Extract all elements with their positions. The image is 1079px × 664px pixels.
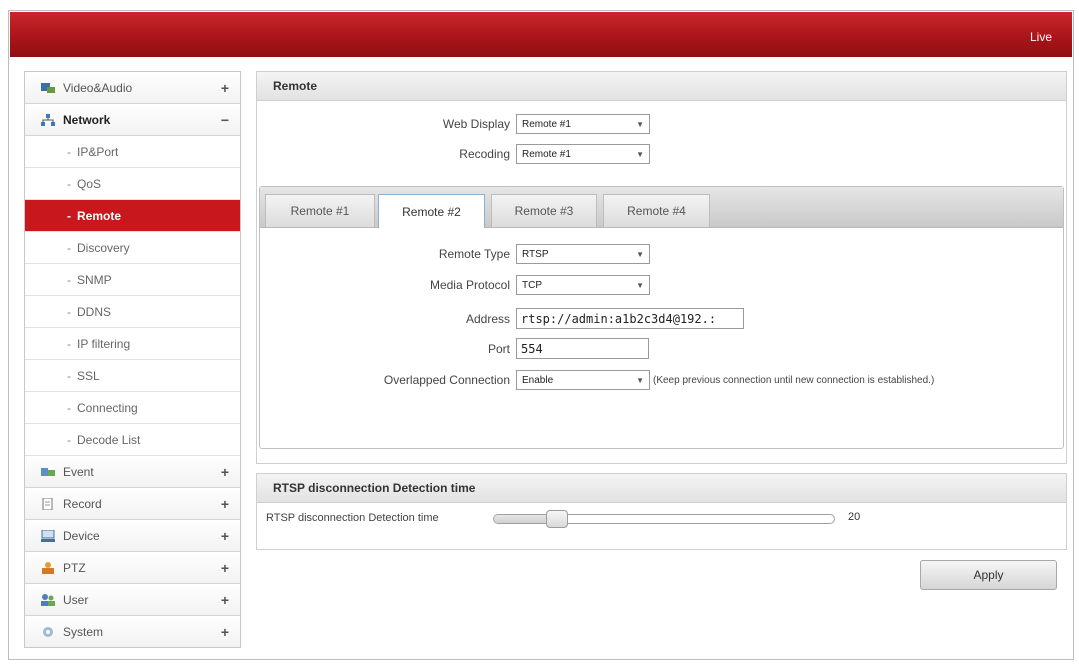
event-icon — [41, 466, 55, 478]
web-display-select[interactable]: Remote #1 ▼ — [516, 114, 650, 134]
sidebar-subitem-label: Discovery — [77, 240, 130, 255]
port-row: Port 554 — [330, 338, 649, 359]
rtsp-detection-value: 20 — [848, 511, 861, 523]
dropdown-arrow-icon: ▼ — [636, 249, 644, 259]
sidebar-item-label: System — [63, 624, 104, 639]
recording-select[interactable]: Remote #1 ▼ — [516, 144, 650, 164]
overlapped-connection-label: Overlapped Connection — [383, 373, 510, 387]
sidebar-subitem-label: QoS — [77, 176, 102, 191]
remote-type-row: Remote Type RTSP ▼ — [330, 244, 650, 264]
sidebar-subitem-label: IP&Port — [77, 144, 119, 159]
sidebar-subitem-connecting[interactable]: - Connecting — [25, 392, 240, 424]
sidebar-item-label: Video&Audio — [63, 80, 133, 95]
dropdown-arrow-icon: ▼ — [636, 280, 644, 290]
expand-icon[interactable]: + — [210, 624, 240, 640]
expand-icon[interactable]: + — [210, 592, 240, 608]
sidebar-item-label: Network — [63, 112, 111, 127]
remote-type-select[interactable]: RTSP ▼ — [516, 244, 650, 264]
dropdown-arrow-icon: ▼ — [636, 119, 644, 129]
sidebar-subitem-ddns[interactable]: - DDNS — [25, 296, 240, 328]
sidebar-item-label: PTZ — [63, 560, 86, 575]
media-protocol-select[interactable]: TCP ▼ — [516, 275, 650, 295]
sidebar-subitem-label: Decode List — [77, 432, 141, 447]
recording-row: Recoding Remote #1 ▼ — [330, 144, 650, 164]
overlapped-connection-row: Overlapped Connection Enable ▼ (Keep prev… — [330, 370, 934, 390]
media-protocol-label: Media Protocol — [429, 278, 510, 292]
network-icon — [41, 113, 55, 126]
sidebar-item-network[interactable]: Network − — [25, 104, 240, 136]
sidebar-subitem-ssl[interactable]: - SSL — [25, 360, 240, 392]
apply-button[interactable]: Apply — [920, 560, 1057, 590]
tab-remote-3[interactable]: Remote #3 — [491, 194, 597, 227]
expand-icon[interactable]: + — [210, 496, 240, 512]
tab-remote-4[interactable]: Remote #4 — [603, 194, 710, 227]
overlapped-connection-select[interactable]: Enable ▼ — [516, 370, 650, 390]
tab-remote-1[interactable]: Remote #1 — [265, 194, 375, 227]
sidebar-subitem-label: SSL — [77, 368, 100, 383]
sidebar-item-ptz[interactable]: PTZ + — [25, 552, 240, 584]
sidebar-subitem-snmp[interactable]: - SNMP — [25, 264, 240, 296]
expand-icon[interactable]: + — [210, 80, 240, 96]
port-input[interactable]: 554 — [516, 338, 649, 359]
expand-icon[interactable]: + — [210, 464, 240, 480]
ptz-icon — [41, 561, 55, 574]
sidebar-item-label: User — [63, 592, 89, 607]
live-link[interactable]: Live — [1030, 30, 1052, 44]
media-protocol-row: Media Protocol TCP ▼ — [330, 275, 650, 295]
sidebar-item-label: Device — [63, 528, 100, 543]
sidebar-item-system[interactable]: System + — [25, 616, 240, 647]
sidebar-subitem-discovery[interactable]: - Discovery — [25, 232, 240, 264]
expand-icon[interactable]: + — [210, 560, 240, 576]
sidebar-item-label: Event — [63, 464, 94, 479]
slider-handle[interactable] — [546, 510, 568, 528]
sidebar-subitem-qos[interactable]: - QoS — [25, 168, 240, 200]
sidebar-item-device[interactable]: Device + — [25, 520, 240, 552]
sidebar-item-user[interactable]: User + — [25, 584, 240, 616]
slider-fill — [494, 515, 552, 523]
sidebar-subitem-label: Remote — [77, 208, 122, 223]
tab-bar: Remote #1 Remote #2 Remote #3 Remote #4 — [260, 187, 1063, 228]
rtsp-panel-title: RTSP disconnection Detection time — [257, 474, 1066, 503]
recording-label: Recoding — [459, 147, 510, 161]
port-label: Port — [487, 341, 510, 356]
address-input[interactable]: rtsp://admin:a1b2c3d4@192.: — [516, 308, 744, 329]
web-display-row: Web Display Remote #1 ▼ — [330, 114, 650, 134]
tab-remote-2[interactable]: Remote #2 — [378, 194, 485, 228]
rtsp-detection-slider[interactable] — [493, 510, 835, 528]
sidebar-item-event[interactable]: Event + — [25, 456, 240, 488]
sidebar-subitem-label: Connecting — [77, 400, 138, 415]
sidebar-subitem-remote[interactable]: - Remote — [25, 200, 240, 232]
rtsp-detection-row: RTSP disconnection Detection time — [266, 512, 439, 524]
sidebar-subitem-ip-filtering[interactable]: - IP filtering — [25, 328, 240, 360]
rtsp-detection-label: RTSP disconnection Detection time — [266, 512, 439, 524]
expand-icon[interactable]: + — [210, 528, 240, 544]
sidebar-subitem-label: SNMP — [77, 272, 112, 287]
dropdown-arrow-icon: ▼ — [636, 149, 644, 159]
record-icon — [41, 497, 55, 510]
sidebar-item-record[interactable]: Record + — [25, 488, 240, 520]
remote-type-label: Remote Type — [438, 247, 510, 261]
sidebar-item-label: Record — [63, 496, 102, 511]
web-display-label: Web Display — [442, 117, 510, 131]
overlapped-connection-note: (Keep previous connection until new conn… — [653, 374, 935, 386]
sidebar-subitem-decode-list[interactable]: - Decode List — [25, 424, 240, 456]
sidebar-item-video-audio[interactable]: Video&Audio + — [25, 72, 240, 104]
user-icon — [41, 593, 55, 606]
top-bar: Live — [10, 12, 1072, 57]
remote-panel-title: Remote — [257, 72, 1066, 101]
sidebar-subitem-label: IP filtering — [77, 336, 131, 351]
system-icon — [41, 626, 55, 638]
device-icon — [41, 529, 55, 542]
sidebar-subitem-label: DDNS — [77, 304, 112, 319]
dropdown-arrow-icon: ▼ — [636, 375, 644, 385]
sidebar: Video&Audio + Network − - IP&Port - QoS -R… — [24, 71, 241, 648]
sidebar-subitem-ip-port[interactable]: - IP&Port — [25, 136, 240, 168]
address-label: Address — [465, 311, 510, 326]
video-audio-icon — [41, 82, 55, 94]
address-row: Address rtsp://admin:a1b2c3d4@192.: — [330, 308, 744, 329]
collapse-icon[interactable]: − — [210, 112, 240, 128]
